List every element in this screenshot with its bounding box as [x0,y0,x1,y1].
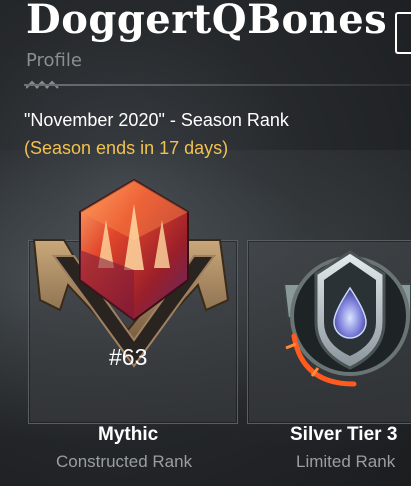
profile-menu-icon[interactable] [395,12,411,54]
season-countdown: (Season ends in 17 days) [24,138,229,158]
mythic-rank-position: #63 [109,344,148,370]
username-title: DoggertQBones [26,0,388,43]
season-title: "November 2020" - Season Rank [24,110,289,130]
limited-rank-label: Limited Rank [296,452,396,471]
header-divider [24,84,411,86]
page-subtitle: Profile [26,50,82,71]
silver-shield-icon [282,250,411,387]
constructed-rank-label: Constructed Rank [56,452,193,471]
constructed-rank-tier: Mythic [98,424,159,445]
limited-rank-tier: Silver Tier 3 [290,424,398,445]
